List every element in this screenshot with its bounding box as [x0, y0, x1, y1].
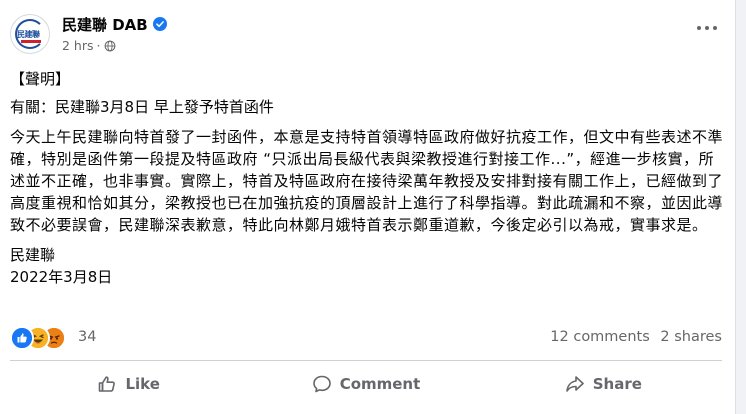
reactions-bar: 34 12 comments 2 shares — [10, 326, 722, 350]
facebook-post-card: 民建聯 民建聯 DAB 2 hrs · 【聲明】 有關：民建聯3月8日 早上發予特… — [0, 0, 736, 414]
share-arrow-icon — [565, 376, 584, 392]
reaction-count[interactable]: 34 — [78, 329, 96, 345]
post-signature: 民建聯 — [10, 246, 56, 264]
thumbs-up-icon — [99, 376, 116, 392]
post-meta: 2 hrs · — [62, 38, 116, 53]
page-avatar[interactable]: 民建聯 — [10, 14, 50, 54]
share-button[interactable]: Share — [485, 362, 722, 406]
actions-divider — [10, 360, 722, 361]
post-heading: 【聲明】 — [10, 70, 71, 88]
shares-count-link[interactable]: 2 shares — [660, 329, 722, 345]
post-header: 民建聯 民建聯 DAB 2 hrs · — [10, 12, 725, 56]
comment-label: Comment — [339, 375, 421, 393]
post-actions: Like Comment Share — [10, 362, 722, 406]
verified-badge-icon — [153, 17, 167, 31]
like-button[interactable]: Like — [10, 362, 247, 406]
comment-button[interactable]: Comment — [247, 362, 484, 406]
like-label: Like — [125, 375, 160, 393]
more-options-icon[interactable] — [695, 22, 719, 34]
post-timestamp[interactable]: 2 hrs — [62, 38, 94, 53]
comments-count-link[interactable]: 12 comments — [550, 329, 650, 345]
engagement-stats: 12 comments 2 shares — [550, 329, 722, 345]
globe-icon[interactable] — [104, 40, 116, 52]
avatar-logo-bar — [21, 40, 41, 43]
like-reaction-icon — [10, 326, 34, 350]
meta-separator: · — [96, 38, 101, 53]
comment-bubble-icon — [312, 375, 331, 393]
share-label: Share — [592, 375, 642, 393]
post-date: 2022年3月8日 — [10, 268, 113, 286]
post-paragraph: 今天上午民建聯向特首發了一封函件，本意是支持特首領導特區政府做好抗疫工作，但文中… — [10, 128, 724, 234]
post-body: 【聲明】 有關：民建聯3月8日 早上發予特首函件 今天上午民建聯向特首發了一封函… — [10, 68, 728, 288]
post-subject: 有關：民建聯3月8日 早上發予特首函件 — [10, 98, 274, 116]
avatar-logo-text: 民建聯 — [17, 30, 40, 39]
page-name-link[interactable]: 民建聯 DAB — [62, 14, 148, 35]
